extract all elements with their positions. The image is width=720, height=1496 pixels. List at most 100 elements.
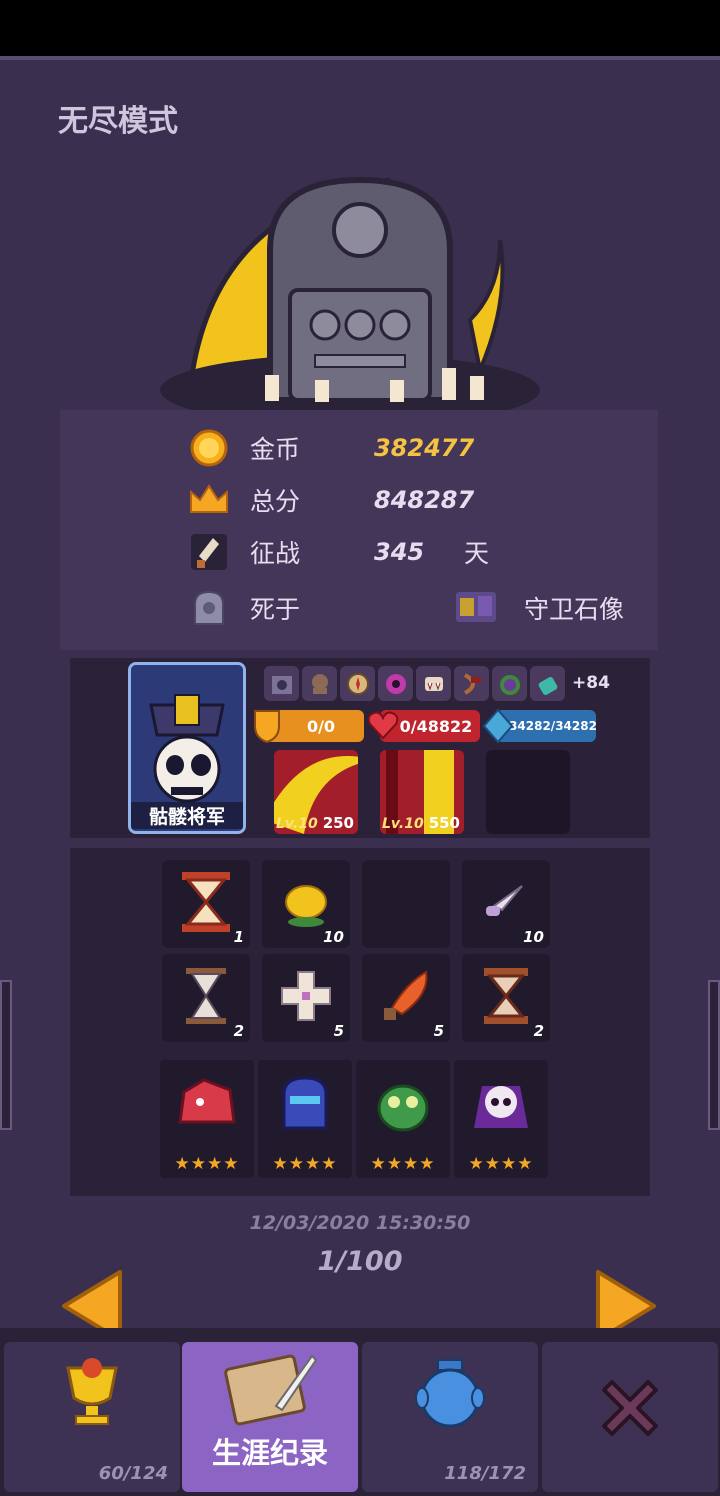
buff-icons-row: +84: [264, 666, 610, 701]
tab-trophies[interactable]: 60/124: [4, 1342, 180, 1492]
mode-title: 无尽模式: [58, 104, 178, 139]
mana-value: 34282/34282: [509, 719, 597, 733]
shield-bar: 0/0: [254, 710, 364, 744]
gold-coin-icon: [188, 427, 230, 469]
pet-stars: ★★★★: [370, 1154, 436, 1174]
cross-icon: [281, 971, 331, 1021]
record-date: 12/03/2020 15:30:50: [249, 1212, 471, 1234]
bottom-tab-bar: 60/124 生涯纪录 118/172: [0, 1328, 720, 1496]
stats-section: 金币 382477 总分 848287 征战 345 天 死于 守卫石像: [60, 410, 658, 650]
days-value: 345: [374, 538, 425, 566]
gold-value: 382477: [374, 434, 475, 462]
weapon-power: 550: [428, 814, 460, 832]
more-buffs-count[interactable]: +84: [572, 666, 610, 701]
pet-slot[interactable]: ★★★★: [356, 1060, 450, 1178]
octopus-icon[interactable]: [302, 666, 337, 701]
pet-slot[interactable]: ★★★★: [160, 1060, 254, 1178]
knife-icon: [486, 885, 523, 916]
pet-stars: ★★★★: [174, 1154, 240, 1174]
item-count: 10: [523, 928, 544, 946]
lemon-icon: [285, 885, 327, 927]
red-hourglass-icon: [182, 872, 230, 932]
purple-skull-pet-icon: [474, 1086, 528, 1128]
demon-eye-icon[interactable]: [378, 666, 413, 701]
collection-count: 118/172: [444, 1463, 526, 1484]
item-count: 2: [233, 1022, 244, 1040]
flame-blade-icon: [384, 970, 428, 1020]
tab-career-label: 生涯纪录: [211, 1436, 328, 1470]
crown-icon: [188, 479, 230, 521]
score-label: 总分: [250, 487, 301, 516]
weapon-power: 250: [322, 814, 354, 832]
sword-icon: [188, 531, 230, 573]
tab-collection[interactable]: 118/172: [362, 1342, 538, 1492]
gravestone-icon: [188, 587, 230, 629]
close-button[interactable]: [542, 1342, 718, 1492]
pet-slot[interactable]: ★★★★: [454, 1060, 548, 1178]
item-count: 2: [533, 1022, 544, 1040]
death-row: 死于 守卫石像: [188, 586, 624, 630]
weapon-slot-2[interactable]: Lv.10 550: [380, 750, 464, 834]
killer-portrait-icon: [456, 592, 496, 622]
potion-bottle-icon[interactable]: [530, 666, 565, 701]
pet-slot[interactable]: ★★★★: [258, 1060, 352, 1178]
red-beast-pet-icon: [178, 1078, 236, 1124]
item-slot-empty[interactable]: [362, 860, 450, 948]
hero-portrait-card[interactable]: 骷髅将军: [128, 662, 246, 834]
hourglass-icon: [186, 968, 226, 1024]
item-slot[interactable]: 5: [262, 954, 350, 1042]
killer-name: 守卫石像: [524, 595, 625, 624]
tombstone-moon-illustration: [160, 176, 540, 420]
hp-value: 0/48822: [399, 716, 473, 736]
days-row: 征战 345 天: [188, 530, 489, 574]
item-slot[interactable]: 5: [362, 954, 450, 1042]
heart-icon: [366, 708, 400, 746]
trophy-count: 60/124: [98, 1463, 168, 1484]
days-unit: 天: [464, 539, 490, 568]
weapon-level: Lv.10: [382, 816, 424, 832]
days-label: 征战: [250, 539, 301, 568]
gold-row: 金币 382477: [188, 426, 474, 470]
hero-name: 骷髅将军: [131, 802, 243, 829]
blue-knight-pet-icon: [282, 1076, 328, 1130]
item-slot[interactable]: 2: [162, 954, 250, 1042]
bronze-hourglass-icon: [484, 968, 528, 1024]
shield-value: 0/0: [306, 716, 336, 736]
item-slot[interactable]: 10: [262, 860, 350, 948]
jar-icon: [415, 1359, 485, 1428]
green-owl-pet-icon: [377, 1084, 429, 1132]
pet-stars: ★★★★: [272, 1154, 338, 1174]
item-slot[interactable]: 2: [462, 954, 550, 1042]
hp-bar: 0/48822: [367, 710, 480, 742]
bow-icon[interactable]: [454, 666, 489, 701]
score-value: 848287: [374, 486, 475, 514]
death-label: 死于: [250, 595, 301, 624]
item-count: 10: [323, 928, 344, 946]
weapon-slot-empty[interactable]: [486, 750, 570, 834]
right-edge-tab[interactable]: [708, 980, 720, 1130]
close-icon: [602, 1380, 658, 1436]
pet-stars: ★★★★: [468, 1154, 534, 1174]
item-slot[interactable]: 1: [162, 860, 250, 948]
shield-icon: [252, 708, 282, 748]
item-count: 5: [433, 1022, 444, 1040]
trophy-icon: [66, 1358, 118, 1425]
fangs-icon[interactable]: [416, 666, 451, 701]
compass-icon[interactable]: [340, 666, 375, 701]
berry-icon[interactable]: [492, 666, 527, 701]
item-count: 1: [233, 928, 244, 946]
calendar-skull-icon[interactable]: [264, 666, 299, 701]
weapon-slot-1[interactable]: Lv.10 250: [274, 750, 358, 834]
career-record-panel: 无尽模式 金币 382477 总分 848287 征战 345 天 死于 守卫石…: [0, 56, 720, 1342]
score-row: 总分 848287: [188, 478, 474, 522]
hero-loadout: 骷髅将军 +84 0/0 0/48822 34282/34282 Lv.10 2…: [70, 658, 650, 838]
tab-career-record[interactable]: 生涯纪录: [182, 1342, 358, 1492]
scroll-quill-icon: [224, 1354, 318, 1426]
left-edge-tab[interactable]: [0, 980, 12, 1130]
mana-crystal-icon: [482, 708, 514, 747]
item-slot[interactable]: 10: [462, 860, 550, 948]
item-count: 5: [333, 1022, 344, 1040]
mana-bar: 34282/34282: [482, 708, 597, 744]
weapon-level: Lv.10: [276, 816, 318, 832]
gold-label: 金币: [250, 435, 301, 464]
